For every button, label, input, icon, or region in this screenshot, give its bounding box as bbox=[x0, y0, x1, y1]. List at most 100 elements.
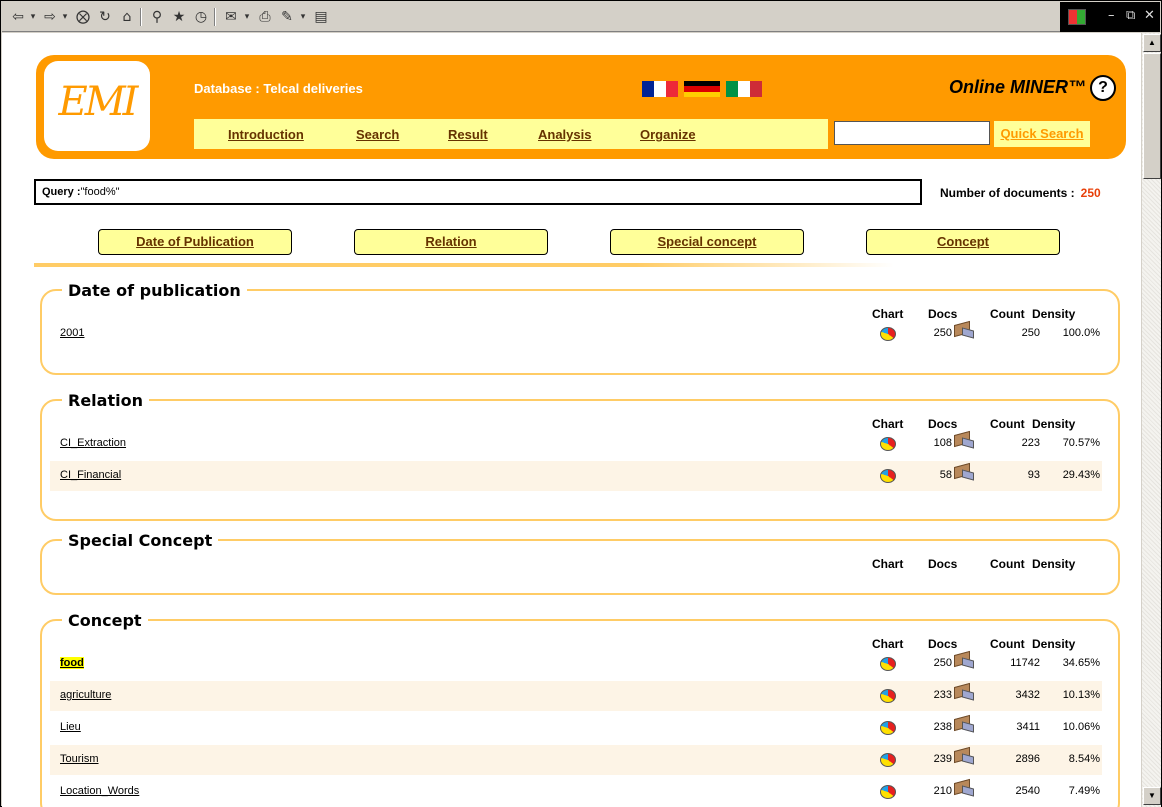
table-row: Lieu 238 3411 10.06% bbox=[50, 713, 1102, 743]
table-row: Location_Words 210 2540 7.49% bbox=[50, 777, 1102, 807]
flag-french-icon[interactable] bbox=[642, 81, 678, 97]
pie-chart-icon[interactable] bbox=[880, 327, 896, 341]
documents-icon[interactable] bbox=[954, 320, 980, 343]
tab-relation[interactable]: Relation bbox=[354, 229, 548, 255]
table-row: 2001 250 250 100.0% bbox=[50, 319, 1102, 349]
query-label: Query : bbox=[42, 186, 81, 198]
density-value: 10.13% bbox=[1062, 689, 1100, 701]
mail-icon[interactable]: ✉ bbox=[222, 8, 240, 26]
row-label-link[interactable]: Tourism bbox=[60, 753, 99, 765]
scroll-down-icon[interactable]: ▼ bbox=[1143, 787, 1161, 805]
close-icon[interactable]: ✕ bbox=[1144, 8, 1155, 23]
browser-window: ⇦ ▾ ⇨ ▾ ⨂ ↻ ⌂ ⚲ ★ ◷ ✉ ▾ ⎙ ✎ ▾ ▤ – ⧉ ✕ EM… bbox=[0, 0, 1162, 807]
flag-italian-icon[interactable] bbox=[726, 81, 762, 97]
documents-icon[interactable] bbox=[954, 714, 980, 737]
window-controls: – ⧉ ✕ bbox=[1060, 2, 1160, 32]
chevron-down-icon[interactable]: ▾ bbox=[298, 8, 308, 26]
minimize-icon[interactable]: – bbox=[1108, 8, 1115, 23]
tab-special-concept[interactable]: Special concept bbox=[610, 229, 804, 255]
vertical-scrollbar[interactable]: ▲ ▼ bbox=[1141, 33, 1161, 807]
quick-search-input[interactable] bbox=[834, 121, 990, 145]
table-row: CI_Financial 58 93 29.43% bbox=[50, 461, 1102, 491]
divider bbox=[34, 263, 894, 267]
row-label-link[interactable]: food bbox=[60, 657, 84, 669]
browser-toolbar: ⇦ ▾ ⇨ ▾ ⨂ ↻ ⌂ ⚲ ★ ◷ ✉ ▾ ⎙ ✎ ▾ ▤ – ⧉ ✕ bbox=[2, 2, 1160, 32]
chevron-down-icon[interactable]: ▾ bbox=[242, 8, 252, 26]
section-date-of-publication: Date of publication Chart Docs Count Density… bbox=[40, 281, 1120, 375]
edit-icon[interactable]: ✎ bbox=[278, 8, 296, 26]
home-icon[interactable]: ⌂ bbox=[118, 8, 136, 26]
density-value: 70.57% bbox=[1062, 437, 1100, 449]
term-count: 250 bbox=[1021, 327, 1040, 339]
nav-search[interactable]: Search bbox=[356, 127, 399, 142]
history-icon[interactable]: ◷ bbox=[192, 8, 210, 26]
documents-icon[interactable] bbox=[954, 746, 980, 769]
section-title: Date of publication bbox=[62, 281, 247, 300]
docs-count: 250 bbox=[933, 327, 952, 339]
pie-chart-icon[interactable] bbox=[880, 437, 896, 451]
pie-chart-icon[interactable] bbox=[880, 785, 896, 799]
pie-chart-icon[interactable] bbox=[880, 657, 896, 671]
refresh-icon[interactable]: ↻ bbox=[96, 8, 114, 26]
pie-chart-icon[interactable] bbox=[880, 689, 896, 703]
scroll-up-icon[interactable]: ▲ bbox=[1143, 34, 1161, 52]
database-label: Database : Telcal deliveries bbox=[194, 81, 363, 96]
density-value: 10.06% bbox=[1062, 721, 1100, 733]
nav-analysis[interactable]: Analysis bbox=[538, 127, 591, 142]
row-label-link[interactable]: Location_Words bbox=[60, 785, 139, 797]
toolbar-separator bbox=[140, 8, 142, 26]
table-row: CI_Extraction 108 223 70.57% bbox=[50, 429, 1102, 459]
emi-logo[interactable]: EMI bbox=[44, 61, 150, 151]
forward-icon[interactable]: ⇨ bbox=[42, 8, 58, 26]
docs-count: 250 bbox=[933, 657, 952, 669]
row-label-link[interactable]: 2001 bbox=[60, 327, 84, 339]
scroll-thumb[interactable] bbox=[1143, 53, 1161, 179]
documents-icon[interactable] bbox=[954, 430, 980, 453]
back-icon[interactable]: ⇦ bbox=[10, 8, 26, 26]
density-value: 34.65% bbox=[1062, 657, 1100, 669]
stop-icon[interactable]: ⨂ bbox=[74, 8, 92, 26]
section-concept: Concept Chart Docs Count Density food 250 11742… bbox=[40, 611, 1120, 807]
pie-chart-icon[interactable] bbox=[880, 721, 896, 735]
row-label-link[interactable]: Lieu bbox=[60, 721, 81, 733]
discuss-icon[interactable]: ▤ bbox=[312, 8, 330, 26]
windows-logo-icon bbox=[1068, 9, 1086, 25]
quick-search-button[interactable]: Quick Search bbox=[992, 119, 1092, 149]
flag-german-icon[interactable] bbox=[684, 81, 720, 97]
search-icon[interactable]: ⚲ bbox=[148, 8, 166, 26]
documents-icon[interactable] bbox=[954, 682, 980, 705]
row-label-link[interactable]: CI_Extraction bbox=[60, 437, 126, 449]
restore-icon[interactable]: ⧉ bbox=[1126, 8, 1135, 23]
term-count: 11742 bbox=[1010, 657, 1040, 669]
term-count: 93 bbox=[1027, 469, 1040, 481]
main-nav: Introduction Search Result Analysis Orga… bbox=[194, 119, 828, 149]
tab-concept[interactable]: Concept bbox=[866, 229, 1060, 255]
table-row: agriculture 233 3432 10.13% bbox=[50, 681, 1102, 711]
row-label-link[interactable]: agriculture bbox=[60, 689, 111, 701]
help-icon[interactable]: ? bbox=[1090, 75, 1116, 101]
tab-date-of-publication[interactable]: Date of Publication bbox=[98, 229, 292, 255]
docs-count: 233 bbox=[933, 689, 952, 701]
density-value: 7.49% bbox=[1068, 785, 1100, 797]
number-of-documents: Number of documents :250 bbox=[940, 186, 1101, 200]
nav-introduction[interactable]: Introduction bbox=[228, 127, 304, 142]
documents-icon[interactable] bbox=[954, 778, 980, 801]
chevron-down-icon[interactable]: ▾ bbox=[28, 8, 38, 26]
section-title: Special Concept bbox=[62, 531, 219, 550]
chevron-down-icon[interactable]: ▾ bbox=[60, 8, 70, 26]
pie-chart-icon[interactable] bbox=[880, 469, 896, 483]
favorites-icon[interactable]: ★ bbox=[170, 8, 188, 26]
table-row: food 250 11742 34.65% bbox=[50, 649, 1102, 679]
documents-icon[interactable] bbox=[954, 650, 980, 673]
documents-icon[interactable] bbox=[954, 462, 980, 485]
docs-count: 238 bbox=[933, 721, 952, 733]
docs-count: 58 bbox=[939, 469, 952, 481]
row-label-link[interactable]: CI_Financial bbox=[60, 469, 121, 481]
docs-count: 239 bbox=[933, 753, 952, 765]
term-count: 223 bbox=[1021, 437, 1040, 449]
print-icon[interactable]: ⎙ bbox=[256, 8, 274, 26]
nav-result[interactable]: Result bbox=[448, 127, 488, 142]
nav-organize[interactable]: Organize bbox=[640, 127, 696, 142]
pie-chart-icon[interactable] bbox=[880, 753, 896, 767]
num-docs-value: 250 bbox=[1080, 186, 1101, 200]
